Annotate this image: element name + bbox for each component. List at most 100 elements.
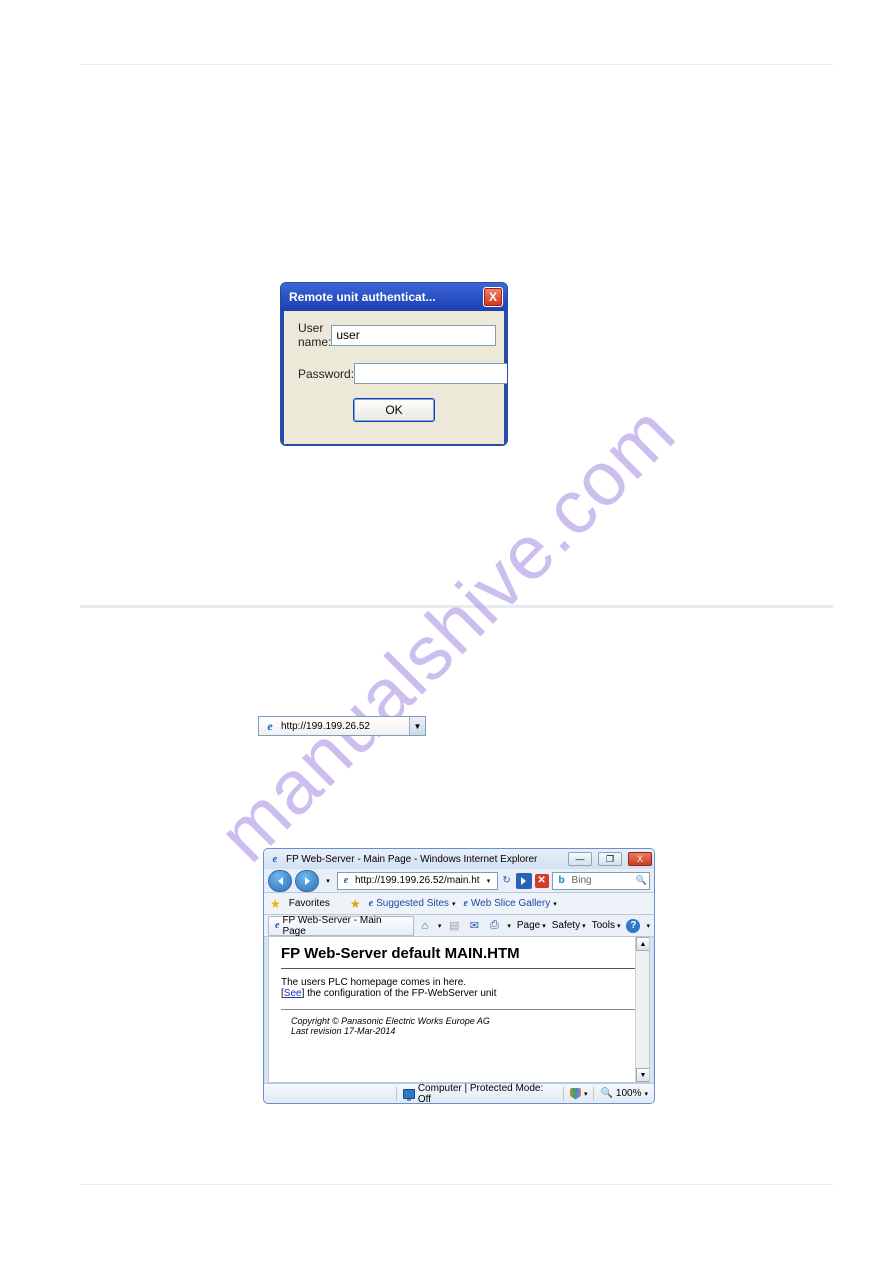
safety-menu[interactable]: Safety ▾ (552, 920, 586, 931)
page-icon: e (369, 898, 373, 909)
auth-button-row: OK (298, 398, 490, 422)
see-link[interactable]: See (284, 988, 302, 999)
favorites-star-icon[interactable]: ★ (270, 897, 281, 911)
auth-dialog-titlebar[interactable]: Remote unit authenticat... X (281, 283, 507, 311)
auth-dialog-title: Remote unit authenticat... (289, 290, 477, 304)
scroll-down-icon[interactable]: ▼ (636, 1068, 650, 1082)
browser-title: FP Web-Server - Main Page - Windows Inte… (286, 854, 562, 865)
auth-dialog-body: User name: Password: OK (281, 311, 507, 446)
history-dropdown-icon[interactable]: ▾ (322, 873, 334, 889)
close-icon[interactable]: X (483, 287, 503, 307)
chevron-down-icon: ▾ (582, 922, 586, 930)
chevron-down-icon[interactable]: ▾ (553, 900, 557, 908)
username-input[interactable] (331, 325, 496, 346)
minimize-button[interactable]: — (568, 852, 592, 866)
content-line1: The users PLC homepage comes in here. (281, 977, 637, 988)
content-heading: FP Web-Server default MAIN.HTM (281, 945, 637, 962)
zoom-icon: 🔍 (600, 1088, 612, 1099)
nav-toolbar: ▾ e http://199.199.26.52/main.ht ▾ ↻ ✕ b… (264, 869, 654, 893)
help-icon[interactable]: ? (626, 919, 640, 933)
url-dropdown-icon[interactable]: ▾ (483, 873, 495, 889)
suggested-sites-link[interactable]: e Suggested Sites ▾ (369, 898, 456, 909)
tools-menu[interactable]: Tools ▾ (592, 920, 621, 931)
close-button[interactable]: X (628, 852, 652, 866)
browser-window: e FP Web-Server - Main Page - Windows In… (263, 848, 655, 1104)
web-slice-link[interactable]: e Web Slice Gallery ▾ (463, 898, 556, 909)
chevron-down-icon[interactable]: ▾ (438, 922, 442, 930)
auth-dialog: Remote unit authenticat... X User name: … (280, 282, 508, 446)
status-zone-text: Computer | Protected Mode: Off (418, 1083, 557, 1105)
divider-bottom (80, 1184, 833, 1185)
page-content: FP Web-Server default MAIN.HTM The users… (268, 937, 650, 1083)
mail-icon[interactable]: ✉ (467, 919, 481, 933)
shield-icon (570, 1088, 581, 1100)
revision-text: Last revision 17-Mar-2014 (291, 1026, 637, 1036)
tab-and-command-bar: e FP Web-Server - Main Page ⌂ ▾ ▤ ✉ ⎙ ▾ … (264, 915, 654, 937)
search-icon[interactable]: 🔍 (636, 875, 647, 886)
chevron-down-icon: ▾ (542, 922, 546, 930)
bing-icon: b (556, 875, 568, 887)
divider-thin (281, 1009, 637, 1010)
username-row: User name: (298, 321, 490, 349)
chevron-down-icon[interactable]: ▾ (507, 922, 511, 930)
ie-icon: e (268, 852, 282, 866)
favorites-bar: ★ Favorites ★ e Suggested Sites ▾ e Web … (264, 893, 654, 915)
status-zone: Computer | Protected Mode: Off (403, 1083, 557, 1105)
scroll-up-icon[interactable]: ▲ (636, 937, 650, 951)
page-menu-label: Page (517, 920, 540, 931)
dropdown-icon[interactable]: ▼ (409, 717, 425, 735)
divider (281, 968, 637, 969)
username-label: User name: (298, 321, 331, 349)
search-placeholder: Bing (572, 875, 592, 886)
address-bar-url: http://199.199.26.52 (281, 721, 409, 732)
chevron-down-icon[interactable]: ▾ (584, 1090, 588, 1098)
password-input[interactable] (354, 363, 508, 384)
chevron-down-icon[interactable]: ▾ (452, 900, 456, 908)
status-separator (396, 1087, 397, 1101)
tools-menu-label: Tools (592, 920, 615, 931)
favorites-label[interactable]: Favorites (289, 898, 330, 909)
command-bar: ⌂ ▾ ▤ ✉ ⎙ ▾ Page ▾ Safety ▾ Tools ▾ ? (418, 919, 650, 933)
url-field[interactable]: e http://199.199.26.52/main.ht ▾ (337, 872, 498, 890)
status-bar: Computer | Protected Mode: Off ▾ 🔍 100% … (264, 1083, 654, 1103)
chevron-down-icon[interactable]: ▾ (646, 922, 650, 930)
feed-icon[interactable]: ▤ (447, 919, 461, 933)
maximize-button[interactable]: ❐ (598, 852, 622, 866)
status-zoom[interactable]: 🔍 100% ▾ (600, 1088, 648, 1099)
browser-titlebar[interactable]: e FP Web-Server - Main Page - Windows In… (264, 849, 654, 869)
page-icon: e (275, 920, 279, 931)
go-button[interactable] (516, 873, 532, 889)
print-icon[interactable]: ⎙ (487, 919, 501, 933)
tab-main[interactable]: e FP Web-Server - Main Page (268, 916, 414, 936)
page-icon: e (340, 875, 352, 887)
home-icon[interactable]: ⌂ (418, 919, 432, 933)
zoom-text: 100% (616, 1088, 642, 1099)
web-slice-label: Web Slice Gallery (471, 898, 550, 909)
manual-page: manualshive.com Remote unit authenticat.… (0, 0, 893, 1263)
password-label: Password: (298, 367, 354, 381)
scrollbar[interactable]: ▲ ▼ (635, 937, 649, 1082)
divider-top (80, 64, 833, 65)
computer-icon (403, 1089, 415, 1099)
refresh-icon[interactable]: ↻ (501, 873, 513, 889)
page-menu[interactable]: Page ▾ (517, 920, 546, 931)
search-box[interactable]: b Bing 🔍 (552, 872, 650, 890)
add-favorite-icon[interactable]: ★ (350, 897, 361, 911)
address-bar-small[interactable]: e http://199.199.26.52 ▼ (258, 716, 426, 736)
divider-middle (80, 605, 833, 608)
ok-button[interactable]: OK (353, 398, 435, 422)
forward-button[interactable] (295, 870, 319, 892)
page-icon: e (463, 898, 467, 909)
content-line2: [See] the configuration of the FP-WebSer… (281, 988, 637, 999)
back-button[interactable] (268, 870, 292, 892)
ie-icon: e (262, 718, 278, 734)
status-shield[interactable]: ▾ (570, 1088, 588, 1100)
content-line2-rest: the configuration of the FP-WebServer un… (304, 988, 496, 999)
content-footer: Copyright © Panasonic Electric Works Eur… (281, 1016, 637, 1036)
copyright-text: Copyright © Panasonic Electric Works Eur… (291, 1016, 637, 1026)
safety-menu-label: Safety (552, 920, 580, 931)
password-row: Password: (298, 363, 490, 384)
chevron-down-icon[interactable]: ▾ (644, 1090, 648, 1098)
status-separator (563, 1087, 564, 1101)
stop-button[interactable]: ✕ (535, 874, 549, 888)
